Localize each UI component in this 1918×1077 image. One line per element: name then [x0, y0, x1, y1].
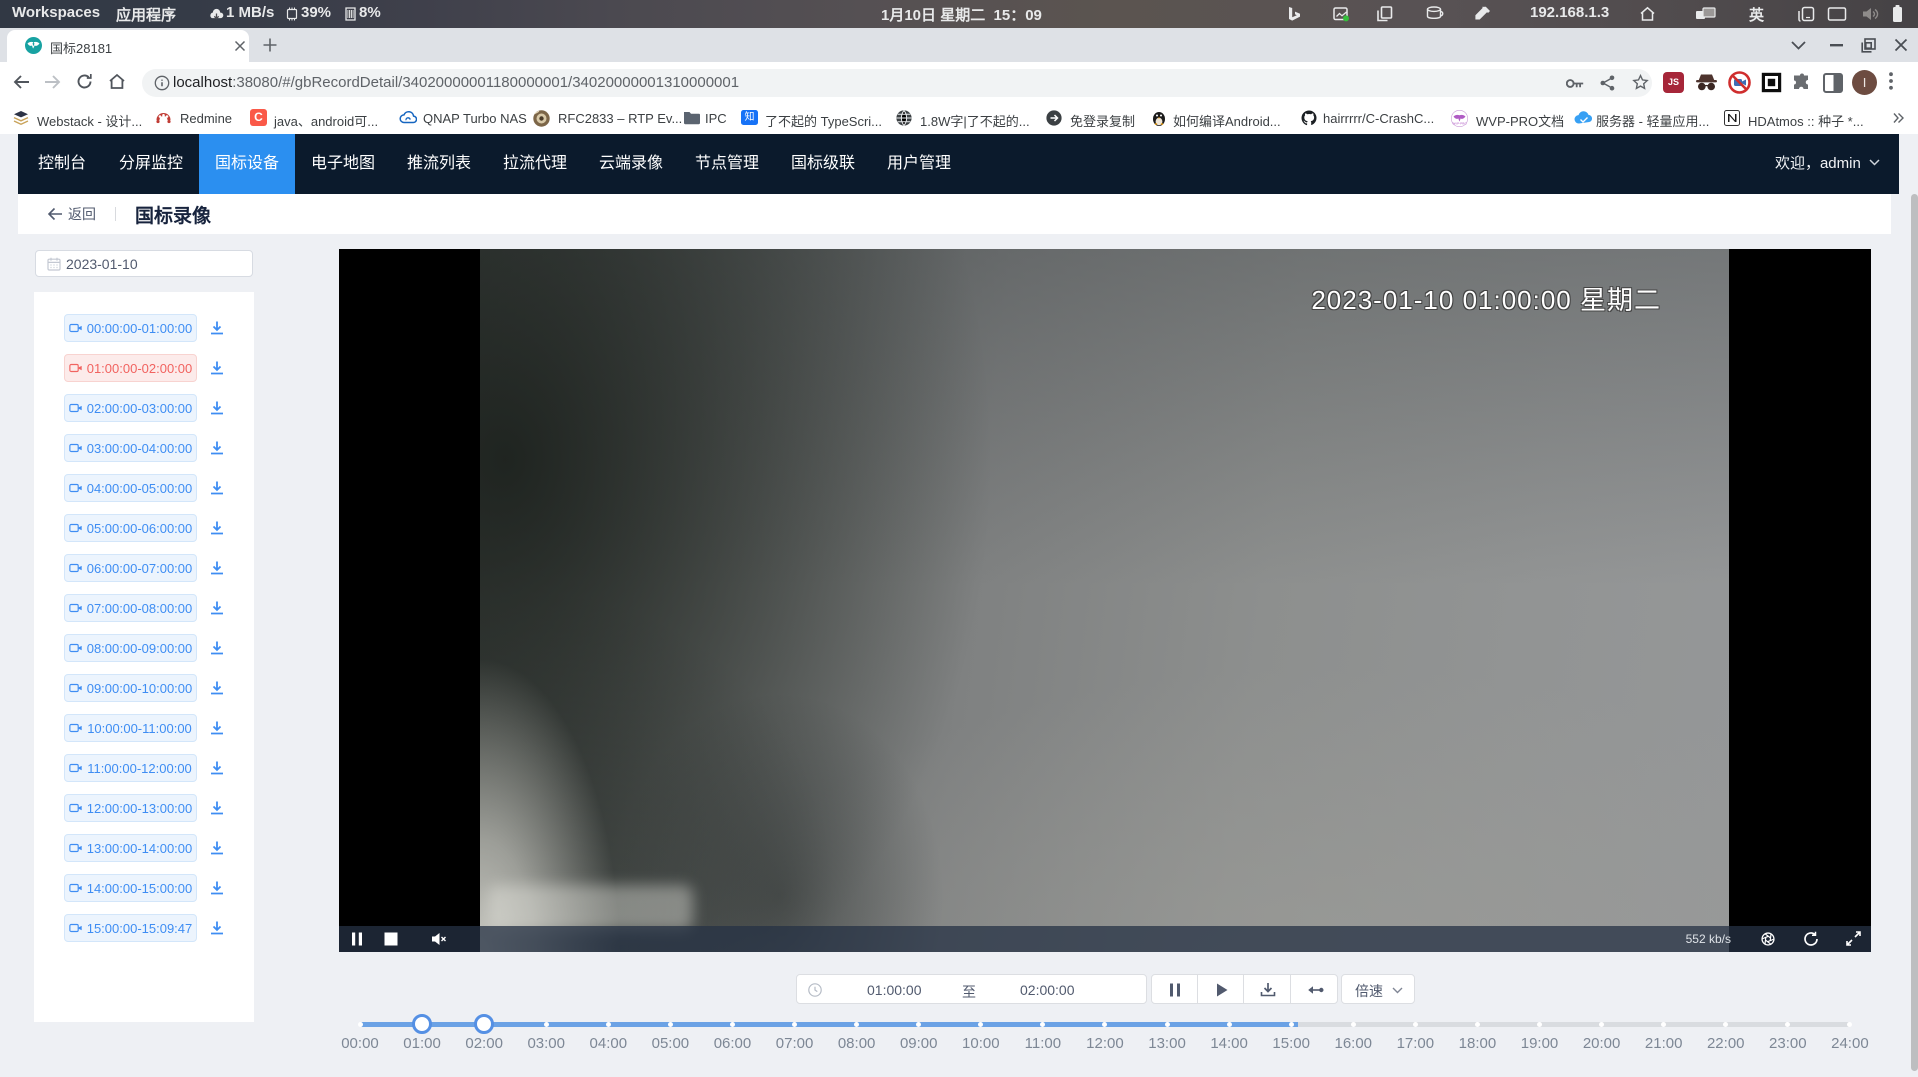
svg-text:WVP-PRO: WVP-PRO	[1452, 122, 1467, 126]
